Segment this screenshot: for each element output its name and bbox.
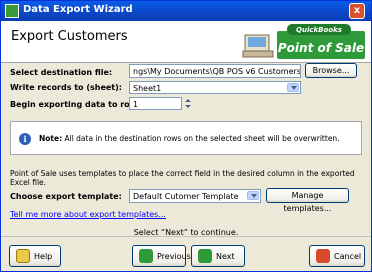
- logo-product-text: Point of Sale: [278, 41, 364, 55]
- next-label: Next: [216, 252, 235, 261]
- cancel-label: Cancel: [334, 252, 362, 261]
- previous-label: Previous: [157, 252, 191, 261]
- chevron-down-icon[interactable]: [287, 83, 299, 92]
- pos-logo: QuickBooks Point of Sale: [242, 24, 365, 59]
- row-input[interactable]: 1: [129, 97, 182, 110]
- help-button[interactable]: Help: [9, 245, 61, 267]
- previous-button[interactable]: Previous: [132, 245, 191, 267]
- note-bold: Note:: [39, 134, 63, 143]
- window-title: Data Export Wizard: [23, 4, 133, 15]
- destination-field[interactable]: ngs\My Documents\QB POS v6 Customers Exp…: [129, 64, 301, 78]
- note-box: i Note: All data in the destination rows…: [10, 121, 362, 155]
- help-label: Help: [34, 252, 53, 261]
- footer: Help Previous Next Cancel: [1, 236, 371, 271]
- row-spinner[interactable]: [184, 98, 192, 109]
- info-icon: i: [19, 133, 31, 145]
- cancel-button[interactable]: Cancel: [309, 245, 365, 267]
- arrow-left-icon: [139, 249, 153, 263]
- app-icon: [5, 4, 19, 18]
- arrow-right-icon: [198, 249, 212, 263]
- export-templates-link[interactable]: Tell me more about export templates...: [10, 210, 166, 219]
- next-button[interactable]: Next: [191, 245, 245, 267]
- sheet-select-value: Sheet1: [133, 84, 162, 93]
- cancel-icon: [316, 249, 330, 263]
- note-body: All data in the destination rows on the …: [62, 134, 340, 143]
- template-info-text: Point of Sale uses templates to place th…: [10, 169, 355, 187]
- sheet-select[interactable]: Sheet1: [129, 81, 301, 94]
- row-label: Begin exporting data to row:: [10, 100, 141, 109]
- wizard-header: Export Customers QuickBooks Point of Sal…: [1, 21, 371, 63]
- template-select[interactable]: Default Cutomer Template: [129, 189, 261, 203]
- destination-label: Select destination file:: [10, 68, 113, 77]
- manage-templates-button[interactable]: Manage templates...: [266, 188, 349, 213]
- browse-button[interactable]: Browse...: [305, 63, 357, 78]
- title-bar: Data Export Wizard x: [1, 1, 371, 21]
- sheet-label: Write records to (sheet):: [10, 83, 122, 92]
- wizard-window: Data Export Wizard x Export Customers Qu…: [0, 0, 372, 272]
- logo-brand-text: QuickBooks: [296, 26, 342, 34]
- template-select-value: Default Cutomer Template: [133, 192, 239, 201]
- template-label: Choose export template:: [10, 192, 122, 201]
- chevron-down-icon[interactable]: [247, 191, 259, 200]
- page-title: Export Customers: [11, 29, 128, 44]
- close-button[interactable]: x: [349, 3, 365, 19]
- help-icon: [16, 249, 30, 263]
- note-text: Note: All data in the destination rows o…: [39, 134, 340, 143]
